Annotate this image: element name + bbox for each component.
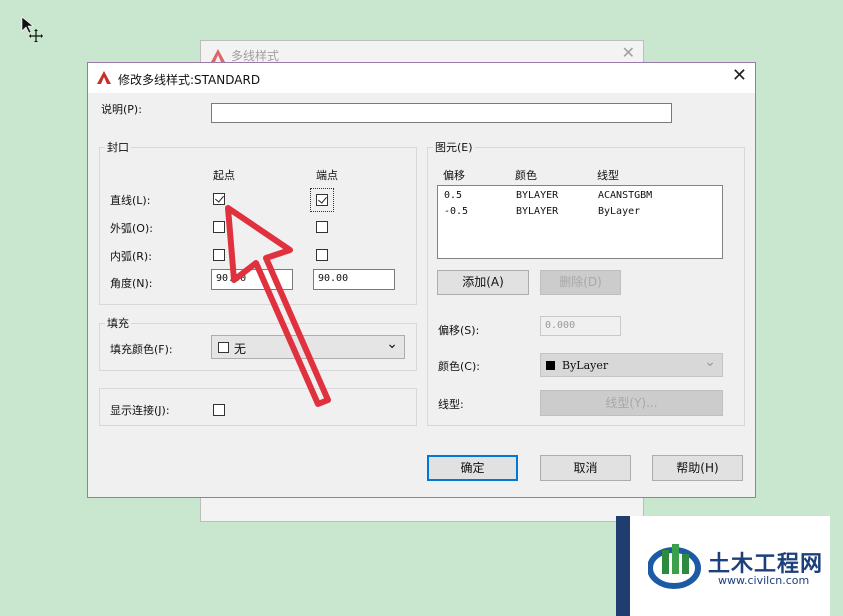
description-input[interactable] — [211, 103, 672, 123]
fill-color-select[interactable]: 无 ⌄ — [211, 335, 405, 359]
autocad-logo-icon — [97, 71, 111, 84]
header-linetype: 线型 — [597, 169, 619, 182]
fill-group-title: 填充 — [105, 315, 131, 331]
caps-outer-arc-label: 外弧(O): — [110, 222, 153, 235]
list-item[interactable]: 0.5 BYLAYER ACANSTGBM — [438, 190, 722, 206]
elements-group-title: 图元(E) — [433, 139, 475, 155]
delete-button[interactable]: 删除(D) — [540, 270, 621, 295]
line-start-checkbox[interactable] — [213, 193, 225, 205]
description-label: 说明(P): — [101, 103, 142, 116]
color-swatch-icon — [218, 342, 229, 353]
close-icon[interactable]: ✕ — [732, 67, 747, 85]
linetype-button[interactable]: 线型(Y)... — [540, 390, 723, 416]
display-joints-label: 显示连接(J): — [110, 404, 170, 417]
element-color-value: ByLayer — [562, 359, 609, 372]
cancel-button[interactable]: 取消 — [540, 455, 631, 481]
autocad-logo-icon — [211, 49, 225, 62]
end-angle-input[interactable]: 90.00 — [313, 269, 395, 290]
header-color: 颜色 — [515, 169, 537, 182]
help-button[interactable]: 帮助(H) — [652, 455, 743, 481]
caps-group-title: 封口 — [105, 139, 131, 155]
background-close-icon[interactable]: ✕ — [622, 43, 635, 62]
color-swatch-icon — [546, 361, 555, 370]
dialog-titlebar: 修改多线样式:STANDARD ✕ — [88, 63, 755, 93]
linetype-label: 线型: — [438, 398, 464, 411]
elements-list[interactable]: 0.5 BYLAYER ACANSTGBM -0.5 BYLAYER ByLay… — [437, 185, 723, 259]
color-label: 颜色(C): — [438, 360, 480, 373]
fill-color-value: 无 — [234, 342, 247, 356]
dialog-title: 修改多线样式:STANDARD — [118, 73, 261, 87]
offset-label: 偏移(S): — [438, 324, 480, 337]
display-joints-checkbox[interactable] — [213, 404, 225, 416]
watermark-band — [616, 516, 630, 616]
list-item[interactable]: -0.5 BYLAYER ByLayer — [438, 206, 722, 222]
caps-inner-arc-label: 内弧(R): — [110, 250, 152, 263]
watermark-panel: 土木工程网 www.civilcn.com — [616, 516, 830, 616]
modify-multiline-style-dialog: 修改多线样式:STANDARD ✕ 说明(P): 封口 起点 端点 直线(L):… — [87, 62, 756, 498]
caps-angle-label: 角度(N): — [110, 277, 153, 290]
add-button[interactable]: 添加(A) — [437, 270, 529, 295]
civilcn-logo-icon — [648, 544, 701, 589]
inner-arc-end-checkbox[interactable] — [316, 249, 328, 261]
outer-arc-end-checkbox[interactable] — [316, 221, 328, 233]
background-window-title: 多线样式 — [231, 49, 280, 63]
element-color-select[interactable]: ByLayer ⌄ — [540, 353, 723, 377]
start-angle-input[interactable]: 90.00 — [211, 269, 293, 290]
inner-arc-start-checkbox[interactable] — [213, 249, 225, 261]
line-end-checkbox[interactable] — [316, 194, 328, 206]
chevron-down-icon: ⌄ — [704, 354, 716, 370]
watermark-url: www.civilcn.com — [718, 574, 810, 587]
outer-arc-start-checkbox[interactable] — [213, 221, 225, 233]
offset-input[interactable]: 0.000 — [540, 316, 621, 336]
move-cursor-icon — [21, 16, 43, 42]
caps-end-header: 端点 — [316, 169, 338, 182]
fill-color-label: 填充颜色(F): — [110, 343, 173, 356]
ok-button[interactable]: 确定 — [427, 455, 518, 481]
chevron-down-icon: ⌄ — [386, 336, 398, 352]
caps-start-header: 起点 — [213, 169, 235, 182]
header-offset: 偏移 — [443, 169, 465, 182]
caps-line-label: 直线(L): — [110, 194, 151, 207]
